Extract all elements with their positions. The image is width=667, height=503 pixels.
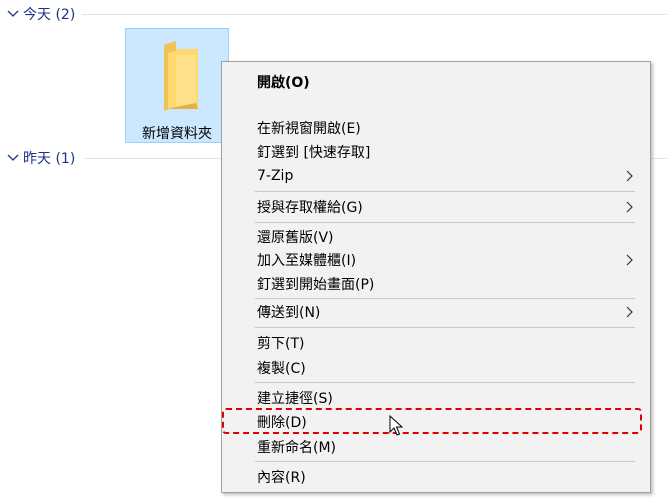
menu-item-pin-start-label: 釘選到開始畫面(P) <box>257 277 375 293</box>
menu-item-rename-label: 重新命名(M) <box>257 440 337 456</box>
chevron-down-icon[interactable] <box>6 151 20 165</box>
group-header-today-label: 今天 (2) <box>23 7 76 23</box>
menu-item-open[interactable]: 開啟(O) <box>222 70 650 94</box>
menu-item-properties[interactable]: 內容(R) <box>222 465 650 489</box>
folder-item[interactable]: 新增資料夾 <box>125 28 229 143</box>
menu-item-give-access[interactable]: 授與存取權給(G) <box>222 195 650 219</box>
menu-separator <box>255 298 635 299</box>
menu-item-pin-quick-access[interactable]: 釘選到 [快速存取] <box>222 140 650 164</box>
menu-item-copy-label: 複製(C) <box>257 361 306 377</box>
menu-separator <box>255 327 635 328</box>
menu-item-open-new-window[interactable]: 在新視窗開啟(E) <box>222 116 650 140</box>
mouse-cursor-icon <box>389 415 403 436</box>
menu-item-create-shortcut[interactable]: 建立捷徑(S) <box>222 386 650 410</box>
menu-item-restore-versions-label: 還原舊版(V) <box>257 230 334 246</box>
menu-item-send-to-label: 傳送到(N) <box>257 305 321 321</box>
menu-item-7zip[interactable]: 7-Zip <box>222 164 650 188</box>
chevron-right-icon <box>626 170 633 182</box>
group-header-yesterday-label: 昨天 (1) <box>23 151 76 167</box>
group-header-yesterday[interactable]: 昨天 (1) <box>0 148 667 168</box>
context-menu: 開啟(O) 在新視窗開啟(E) 釘選到 [快速存取] 7-Zip 授與存取權給(… <box>221 61 651 493</box>
folder-name-label: 新增資料夾 <box>142 126 212 142</box>
menu-item-pin-quick-access-label: 釘選到 [快速存取] <box>257 145 371 161</box>
menu-item-copy[interactable]: 複製(C) <box>222 356 650 380</box>
menu-item-send-to[interactable]: 傳送到(N) <box>222 300 650 324</box>
chevron-down-icon[interactable] <box>6 7 20 21</box>
menu-separator <box>255 461 635 462</box>
chevron-right-icon <box>626 306 633 318</box>
menu-item-open-new-window-label: 在新視窗開啟(E) <box>257 121 361 137</box>
menu-item-cut-label: 剪下(T) <box>257 336 305 352</box>
group-divider <box>82 14 667 15</box>
menu-item-properties-label: 內容(R) <box>257 470 306 486</box>
menu-item-add-to-library[interactable]: 加入至媒體櫃(I) <box>222 248 650 272</box>
delete-highlight-box <box>222 408 642 434</box>
menu-separator <box>255 382 635 383</box>
menu-item-give-access-label: 授與存取權給(G) <box>257 200 363 216</box>
menu-item-cut[interactable]: 剪下(T) <box>222 331 650 355</box>
chevron-right-icon <box>626 254 633 266</box>
menu-item-pin-start[interactable]: 釘選到開始畫面(P) <box>222 272 650 296</box>
explorer-content-area: 今天 (2) 新增資料夾 昨天 (1) 開啟(O) 在新視窗開啟(E) 釘選到 … <box>0 0 667 503</box>
menu-item-rename[interactable]: 重新命名(M) <box>222 435 650 459</box>
menu-separator <box>255 191 635 192</box>
group-header-today[interactable]: 今天 (2) <box>0 4 667 24</box>
menu-separator <box>255 222 635 223</box>
menu-item-add-to-library-label: 加入至媒體櫃(I) <box>257 253 357 269</box>
menu-item-7zip-label: 7-Zip <box>257 168 294 184</box>
chevron-right-icon <box>626 201 633 213</box>
menu-item-open-label: 開啟(O) <box>257 75 310 91</box>
menu-item-restore-versions[interactable]: 還原舊版(V) <box>222 225 650 249</box>
menu-item-create-shortcut-label: 建立捷徑(S) <box>257 391 333 407</box>
folder-icon <box>164 41 198 111</box>
